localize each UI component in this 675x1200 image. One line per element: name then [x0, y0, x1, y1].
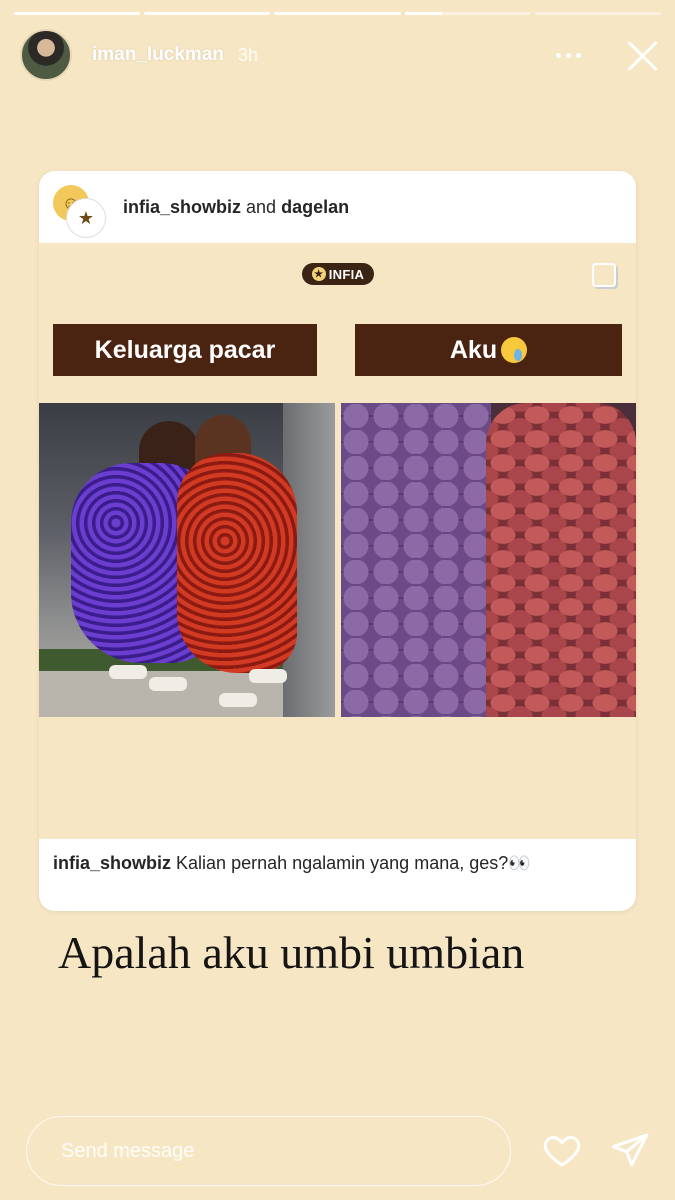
- post-image[interactable]: ★ INFIA Keluarga pacar Aku: [39, 243, 636, 839]
- logo-text: INFIA: [328, 266, 365, 282]
- infia-avatar: ★: [67, 199, 105, 237]
- photo-women: [39, 403, 335, 717]
- shared-post-card[interactable]: ☺ ★ infia_showbiz and dagelan ★ INFIA Ke…: [39, 171, 636, 911]
- label-right-text: Aku: [449, 335, 498, 364]
- progress-segment: [14, 12, 141, 15]
- caption-text: Kalian pernah ngalamin yang mana, ges?👀: [176, 853, 531, 873]
- photo-sweet-potatoes: [341, 403, 636, 717]
- close-icon[interactable]: [625, 38, 659, 72]
- send-icon[interactable]: [610, 1130, 650, 1170]
- post-author-1[interactable]: infia_showbiz: [123, 197, 241, 217]
- progress-segment: [274, 12, 401, 15]
- crying-face-icon: [501, 337, 528, 363]
- progress-segment: [534, 12, 662, 15]
- story-progress: [14, 12, 662, 15]
- story-header: iman_luckman 3h: [20, 28, 659, 82]
- bookmark-icon: [592, 263, 616, 287]
- story-username[interactable]: iman_luckman: [92, 44, 224, 66]
- progress-segment: [144, 12, 271, 15]
- post-author-joiner: and: [246, 196, 277, 217]
- label-left: Keluarga pacar: [53, 324, 317, 376]
- story-time: 3h: [238, 44, 259, 65]
- message-placeholder: Send message: [61, 1139, 195, 1162]
- post-header: ☺ ★ infia_showbiz and dagelan: [39, 171, 636, 243]
- label-right: Aku: [355, 324, 622, 376]
- post-authors[interactable]: infia_showbiz and dagelan: [123, 197, 349, 218]
- avatar[interactable]: [20, 29, 72, 81]
- progress-segment: [404, 12, 531, 15]
- send-message-input[interactable]: Send message: [26, 1116, 511, 1186]
- post-author-2[interactable]: dagelan: [281, 197, 349, 217]
- more-options-icon[interactable]: [556, 52, 581, 58]
- label-left-text: Keluarga pacar: [94, 335, 276, 364]
- story-overlay-text: Apalah aku umbi umbian: [58, 927, 525, 978]
- caption-author[interactable]: infia_showbiz: [53, 853, 171, 873]
- infia-logo: ★ INFIA: [302, 263, 374, 285]
- post-caption: infia_showbiz Kalian pernah ngalamin yan…: [39, 839, 636, 911]
- star-icon: ★: [311, 267, 326, 281]
- collab-avatars[interactable]: ☺ ★: [53, 179, 109, 237]
- heart-icon[interactable]: [540, 1130, 584, 1170]
